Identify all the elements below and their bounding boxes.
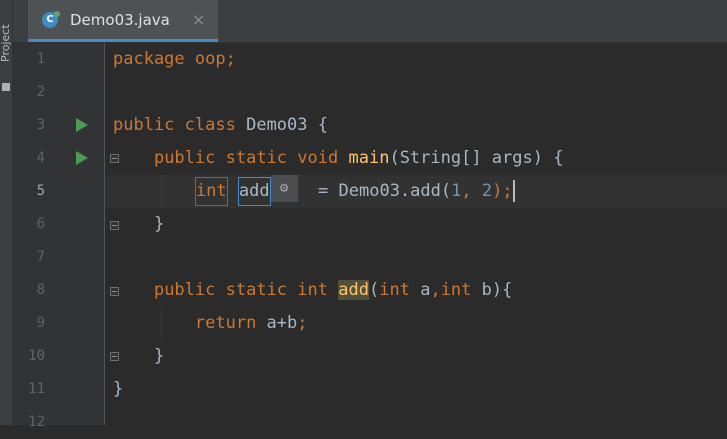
keyword: void [297, 148, 339, 168]
return-expression: a+b [256, 313, 298, 333]
comma: , [430, 280, 441, 300]
close-icon[interactable]: × [192, 10, 205, 29]
line-number: 8 [36, 282, 45, 298]
semicolon: ; [297, 313, 308, 333]
run-class-icon[interactable] [76, 118, 88, 132]
comma: , [461, 181, 482, 201]
project-tool-button[interactable]: Project [0, 2, 13, 62]
class-name: Demo03 { [235, 115, 328, 135]
code-line-8: public static int add(int a,int b){ [113, 274, 512, 307]
param-name: b){ [471, 280, 513, 300]
method-params: (String[] args) { [389, 148, 564, 168]
project-tool-strip: Project [0, 0, 13, 425]
line-number: 10 [28, 348, 45, 364]
code-line-6: } [113, 208, 164, 241]
keyword: public [153, 148, 216, 168]
paren: ( [368, 280, 380, 300]
template-variable-field[interactable]: add [237, 177, 271, 206]
code-line-5: int add ⚙ = Demo03.add(1, 2); [113, 175, 515, 208]
tab-demo03-java[interactable]: C Demo03.java × [28, 0, 218, 42]
expression-text: = Demo03.add( [297, 181, 452, 201]
keyword: int [297, 280, 329, 300]
keyword: public [113, 115, 175, 135]
closing-brace: } [113, 379, 124, 399]
closing-brace: } [153, 214, 165, 234]
number-literal: 1 [451, 181, 462, 201]
text-caret [512, 180, 515, 202]
code-line-9: return a+b; [113, 307, 308, 340]
keyword: public [153, 280, 216, 300]
keyword: int [440, 280, 472, 300]
line-number: 1 [36, 51, 45, 67]
code-editor[interactable]: package oop; public class Demo03 { publi… [105, 43, 727, 425]
keyword: int [379, 280, 410, 300]
line-number: 9 [36, 315, 45, 331]
editor-tab-bar: C Demo03.java × [13, 0, 727, 43]
line-number: 12 [28, 414, 45, 430]
line-number: 6 [36, 216, 45, 232]
number-literal: 2 [481, 181, 493, 201]
statement-end: ); [492, 181, 513, 201]
java-class-icon-letter: C [46, 14, 54, 25]
tab-filename: Demo03.java [70, 11, 170, 29]
java-class-icon: C [42, 11, 60, 28]
package-name: oop; [184, 49, 236, 69]
keyword: static [225, 280, 288, 300]
keyword: package [113, 49, 185, 69]
gear-icon[interactable]: ⚙ [270, 175, 298, 202]
editor-gutter: 1 2 3 4 5 6 7 8 9 10 11 12 [13, 43, 119, 430]
keyword: return [194, 313, 257, 333]
code-line-4: public static void main(String[] args) { [113, 142, 564, 175]
line-number: 3 [36, 117, 45, 133]
line-number-current: 5 [36, 183, 45, 199]
run-main-icon[interactable] [76, 151, 88, 165]
code-line-1: package oop; [113, 43, 236, 76]
code-line-10: } [113, 340, 164, 373]
param-name: a [409, 280, 431, 300]
template-type-field[interactable]: int [194, 177, 228, 206]
line-number: 7 [36, 249, 45, 265]
run-badge-icon [54, 11, 60, 17]
method-name-highlighted: add [338, 280, 369, 300]
tool-window-icon[interactable] [2, 83, 10, 91]
closing-brace: } [153, 346, 165, 366]
line-number: 4 [36, 150, 45, 166]
line-number: 11 [28, 381, 45, 397]
code-line-11: } [113, 373, 123, 406]
keyword: static [225, 148, 288, 168]
keyword: class [184, 115, 236, 135]
line-number: 2 [36, 84, 45, 100]
method-name: main [348, 148, 390, 168]
code-line-3: public class Demo03 { [113, 109, 328, 142]
